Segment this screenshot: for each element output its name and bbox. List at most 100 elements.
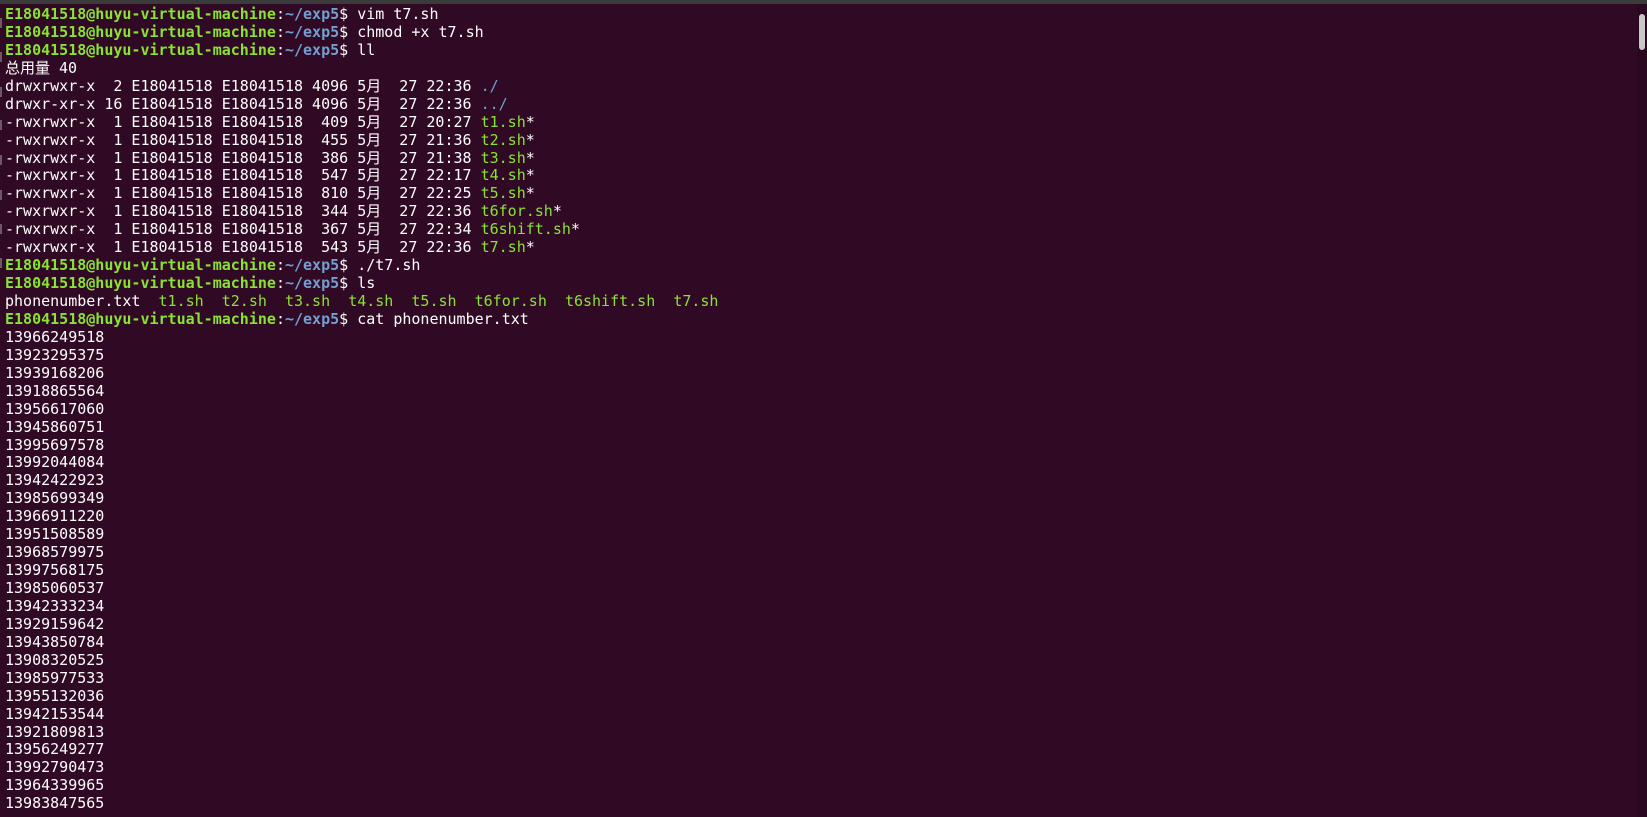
command-text: ll: [357, 40, 376, 59]
file-meta: -rwxrwxr-x 1 E18041518 E18041518 455 5月 …: [5, 130, 481, 149]
phone-number: 13992790473: [5, 758, 105, 777]
prompt-line: E18041518@huyu-virtual-machine:~/exp5$ l…: [5, 40, 718, 60]
ls-entry: t1.sh: [158, 292, 204, 310]
phone-number: 13921809813: [5, 722, 105, 741]
phone-number-line: 13942153544: [5, 704, 718, 724]
file-meta: -rwxrwxr-x 1 E18041518 E18041518 386 5月 …: [5, 148, 481, 167]
file-name: ../: [480, 94, 508, 113]
command-text: vim t7.sh: [357, 5, 439, 23]
command-text: ls: [357, 274, 376, 293]
command-text: ./t7.sh: [357, 256, 421, 275]
terminal-scrollbar[interactable]: [1637, 4, 1647, 817]
ll-row: -rwxrwxr-x 1 E18041518 E18041518 409 5月 …: [5, 112, 718, 132]
ls-entry: t6shift.sh: [564, 292, 656, 310]
phone-number-line: 13966249518: [5, 328, 718, 347]
phone-number-line: 13968579975: [5, 543, 718, 562]
ls-entry: t7.sh: [673, 292, 719, 310]
ll-row: drwxr-xr-x 16 E18041518 E18041518 4096 5…: [5, 94, 718, 114]
file-suffix: *: [525, 166, 535, 185]
file-meta: -rwxrwxr-x 1 E18041518 E18041518 409 5月 …: [5, 112, 481, 131]
phone-number: 13942153544: [5, 704, 105, 723]
ls-separator: [330, 292, 348, 310]
file-meta: -rwxrwxr-x 1 E18041518 E18041518 547 5月 …: [5, 166, 481, 185]
file-suffix: *: [525, 130, 535, 149]
phone-number-line: 13964339965: [5, 776, 718, 795]
margin-mark: [0, 87, 2, 97]
prompt-user-host: E18041518@huyu-virtual-machine: [5, 274, 276, 293]
ls-separator: [547, 292, 565, 310]
prompt-colon: :: [275, 256, 285, 275]
prompt-symbol: $: [339, 40, 358, 59]
terminal-output[interactable]: E18041518@huyu-virtual-machine:~/exp5$ v…: [5, 5, 719, 813]
phone-number-line: 13985060537: [5, 579, 718, 598]
prompt-line: E18041518@huyu-virtual-machine:~/exp5$ .…: [5, 256, 718, 275]
file-suffix: *: [525, 148, 535, 167]
left-margin-marks: [0, 0, 2, 300]
phone-number-line: 13985977533: [5, 669, 718, 688]
prompt-user-host: E18041518@huyu-virtual-machine: [5, 5, 276, 23]
prompt-symbol: $: [339, 274, 358, 293]
prompt-colon: :: [275, 309, 285, 328]
phone-number-line: 13985699349: [5, 489, 718, 508]
prompt-line: E18041518@huyu-virtual-machine:~/exp5$ c…: [5, 309, 718, 329]
prompt-symbol: $: [339, 309, 358, 328]
command-text: chmod +x t7.sh: [357, 22, 484, 41]
phone-number-line: 13992790473: [5, 758, 718, 777]
prompt-symbol: $: [339, 22, 358, 41]
ll-row: drwxrwxr-x 2 E18041518 E18041518 4096 5月…: [5, 76, 718, 96]
phone-number: 13943850784: [5, 632, 105, 651]
terminal-window[interactable]: E18041518@huyu-virtual-machine:~/exp5$ v…: [0, 0, 1647, 817]
phone-number: 13956617060: [5, 399, 105, 418]
file-name: ./: [480, 76, 499, 95]
margin-mark: [0, 155, 2, 165]
phone-number-line: 13992044084: [5, 453, 718, 472]
phone-number: 13983847565: [5, 794, 105, 813]
phone-number: 13942333234: [5, 596, 105, 615]
margin-mark: [0, 258, 2, 268]
phone-number: 13956249277: [5, 740, 105, 759]
scrollbar-thumb[interactable]: [1639, 14, 1645, 50]
file-suffix: *: [525, 112, 535, 131]
phone-number-line: 13956249277: [5, 740, 718, 759]
margin-mark: [0, 120, 2, 130]
ls-separator: [457, 292, 475, 310]
ls-separator: [655, 292, 673, 310]
ls-entry: phonenumber.txt: [5, 292, 141, 310]
ls-separator: [204, 292, 222, 310]
prompt-path: ~/exp5: [284, 40, 340, 59]
prompt-colon: :: [275, 22, 285, 41]
file-name: t7.sh: [480, 238, 526, 257]
ls-entry: t2.sh: [221, 292, 267, 310]
phone-number-line: 13921809813: [5, 722, 718, 742]
ll-row: -rwxrwxr-x 1 E18041518 E18041518 810 5月 …: [5, 184, 718, 203]
window-top-edge: [0, 0, 1647, 4]
phone-number: 13918865564: [5, 381, 105, 400]
ll-row: -rwxrwxr-x 1 E18041518 E18041518 367 5月 …: [5, 220, 718, 239]
phone-number-line: 13929159642: [5, 615, 718, 634]
ll-total: 总用量 40: [5, 58, 78, 77]
prompt-path: ~/exp5: [284, 256, 340, 275]
phone-number: 13923295375: [5, 345, 105, 364]
prompt-colon: :: [275, 274, 285, 293]
phone-number: 13992044084: [5, 453, 105, 472]
file-suffix: *: [525, 184, 535, 203]
file-meta: drwxrwxr-x 2 E18041518 E18041518 4096 5月…: [5, 76, 481, 95]
file-name: t3.sh: [480, 148, 526, 167]
ls-output-line: phonenumber.txt t1.sh t2.sh t3.sh t4.sh …: [5, 292, 719, 311]
phone-number-line: 13945860751: [5, 418, 718, 437]
margin-mark: [0, 18, 2, 28]
ls-separator: [140, 292, 158, 310]
file-name: t4.sh: [480, 166, 526, 185]
phone-number-line: 13966911220: [5, 507, 718, 526]
prompt-path: ~/exp5: [284, 22, 340, 41]
file-name: t6shift.sh: [480, 220, 571, 239]
phone-number-line: 13956617060: [5, 399, 718, 419]
phone-number: 13939168206: [5, 363, 105, 382]
file-meta: -rwxrwxr-x 1 E18041518 E18041518 367 5月 …: [5, 220, 481, 239]
prompt-line: E18041518@huyu-virtual-machine:~/exp5$ v…: [5, 5, 718, 24]
file-name: t1.sh: [480, 112, 526, 131]
phone-number: 13968579975: [5, 543, 105, 562]
prompt-user-host: E18041518@huyu-virtual-machine: [5, 309, 276, 328]
phone-number-line: 13939168206: [5, 363, 718, 383]
ll-row: -rwxrwxr-x 1 E18041518 E18041518 386 5月 …: [5, 148, 718, 168]
